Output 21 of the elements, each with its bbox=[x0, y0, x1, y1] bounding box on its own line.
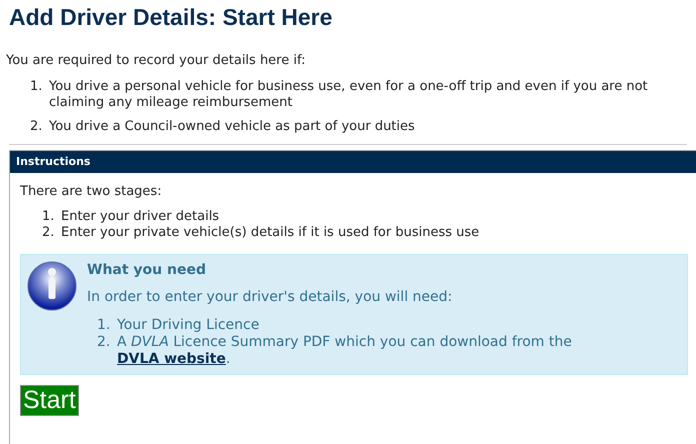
list-number: 2. bbox=[30, 119, 44, 135]
stage-text: Enter your private vehicle(s) details if it is used for business use bbox=[60, 225, 480, 241]
requirement-text: You drive a personal vehicle for business use, even for a one-off trip and even if you are not claiming any mileage reimbursement bbox=[48, 79, 649, 111]
info-icon bbox=[27, 261, 77, 311]
stages-text: There are two stages: bbox=[20, 184, 163, 200]
dvla-link[interactable]: DVLA website bbox=[117, 351, 226, 367]
info-text: In order to enter your driver's details, you will need: bbox=[87, 288, 454, 306]
list-number: 1. bbox=[97, 317, 112, 334]
stage-text: Enter your driver details bbox=[60, 209, 220, 225]
panel-header: Instructions bbox=[10, 151, 696, 173]
list-number: 2. bbox=[97, 334, 112, 352]
requirement-text: You drive a Council-owned vehicle as part of your duties bbox=[48, 119, 415, 135]
need-text: A DVLA Licence Summary PDF which you can download from the DVLA website. bbox=[117, 334, 573, 368]
info-heading: What you need bbox=[87, 261, 207, 279]
page-title: Add Driver Details: Start Here bbox=[8, 3, 334, 31]
list-number: 1. bbox=[42, 209, 56, 225]
start-button[interactable]: Start bbox=[20, 385, 79, 416]
list-number: 2. bbox=[42, 225, 56, 241]
list-number: 1. bbox=[30, 79, 44, 96]
need-text: Your Driving Licence bbox=[117, 317, 260, 334]
intro-text: You are required to record your details here if: bbox=[5, 53, 306, 69]
